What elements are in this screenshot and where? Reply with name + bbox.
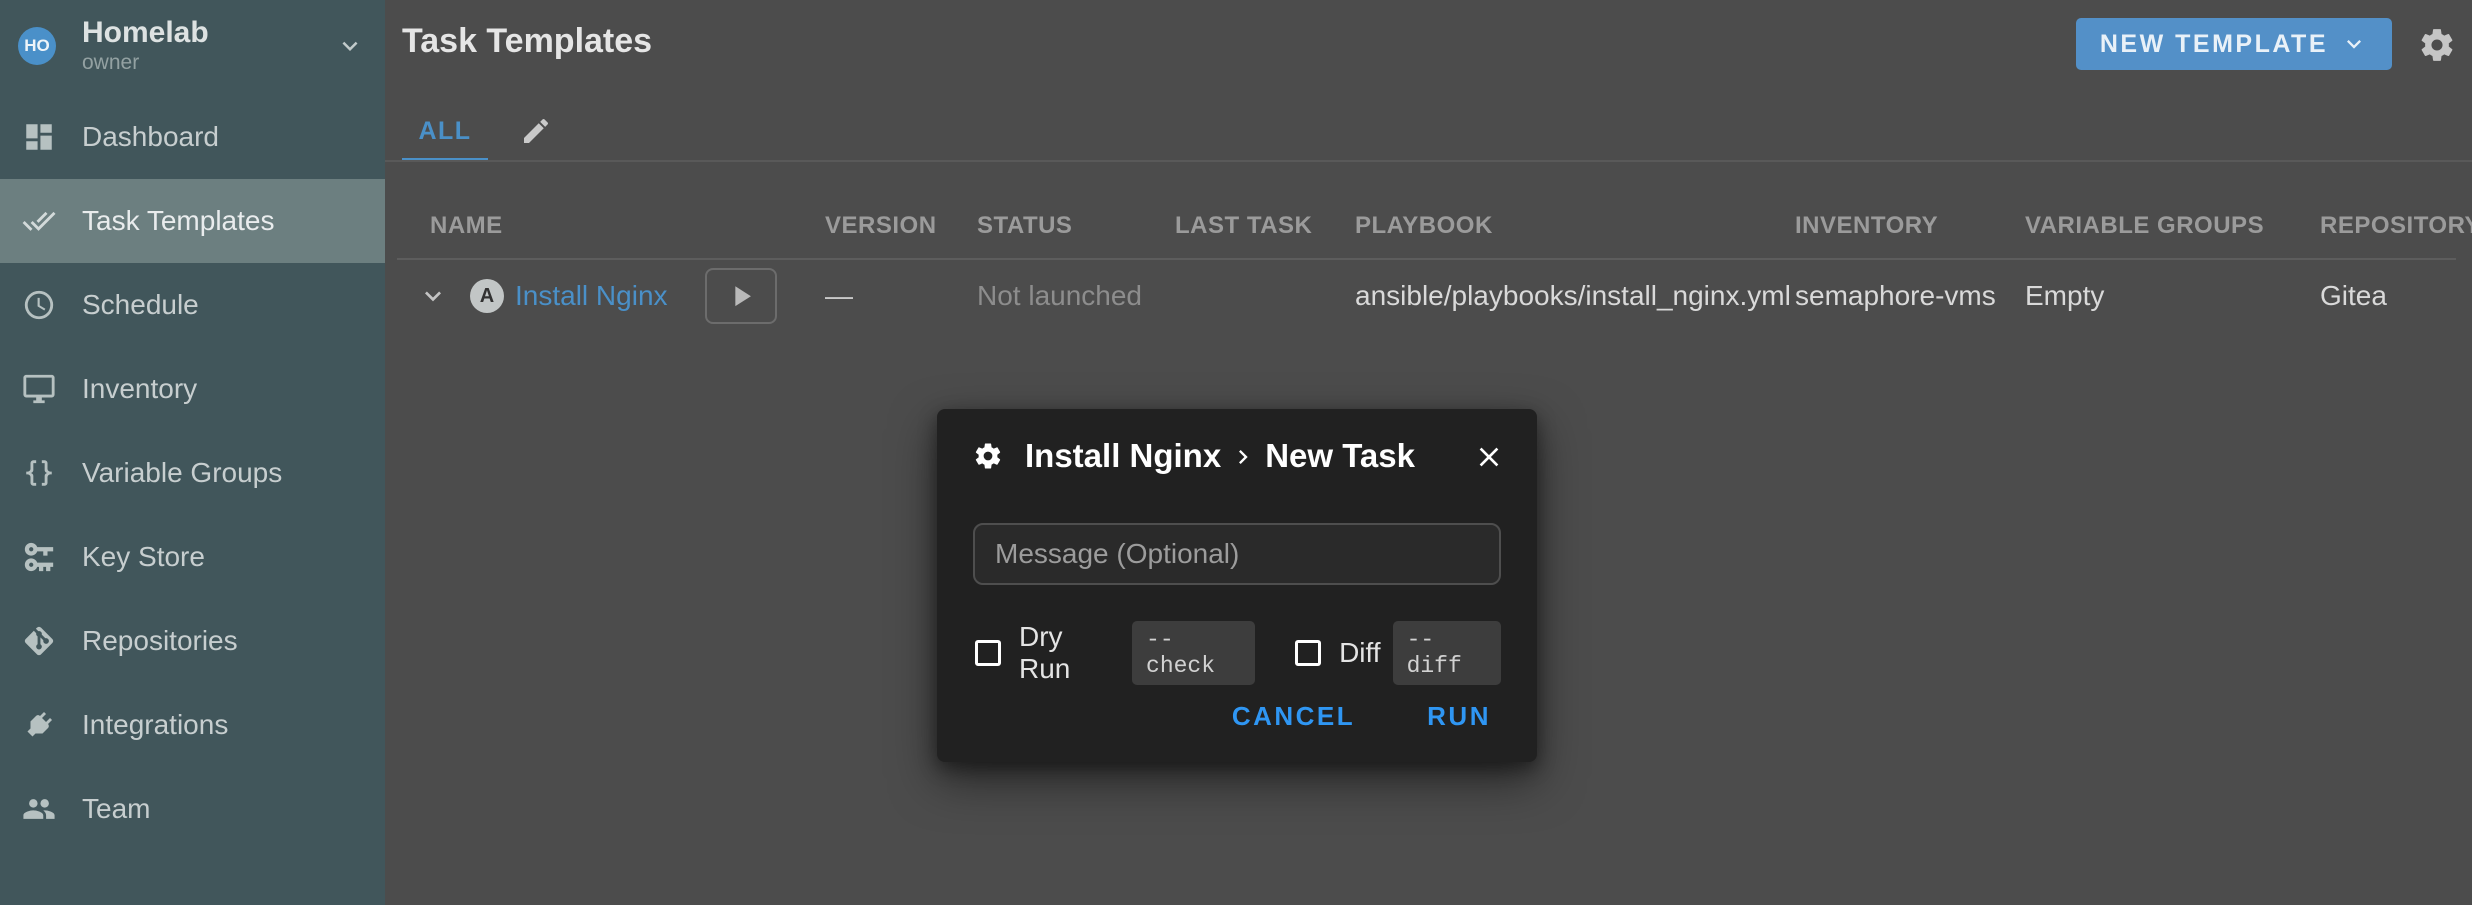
sidebar: HO Homelab owner Dashboard Task Template… [0,0,385,905]
dialog-title-suffix: New Task [1265,437,1415,475]
cell-status: Not launched [977,280,1142,312]
cancel-button[interactable]: CANCEL [1222,693,1365,740]
message-input[interactable] [995,538,1479,570]
play-icon [724,279,758,313]
monitor-icon [22,372,56,406]
check-flag-chip: --check [1132,621,1255,685]
settings-gear-icon[interactable] [2418,26,2456,64]
chevron-right-icon [1229,443,1257,471]
sidebar-item-inventory[interactable]: Inventory [0,347,385,431]
gear-icon [973,441,1003,471]
sidebar-item-label: Schedule [82,289,199,321]
sidebar-item-task-templates[interactable]: Task Templates [0,179,385,263]
sidebar-item-schedule[interactable]: Schedule [0,263,385,347]
dialog-header: Install Nginx New Task [937,409,1537,475]
team-icon [22,792,56,826]
sidebar-item-label: Variable Groups [82,457,282,489]
sidebar-item-key-store[interactable]: Key Store [0,515,385,599]
sidebar-item-label: Integrations [82,709,228,741]
plug-icon [22,708,56,742]
message-field [973,523,1501,585]
cell-inventory: semaphore-vms [1795,280,1996,312]
close-icon[interactable] [1473,441,1505,473]
diff-option: Diff --diff [1295,621,1501,685]
column-header-playbook: PLAYBOOK [1355,212,1493,240]
column-header-variable-groups: VARIABLE GROUPS [2025,212,2264,240]
sidebar-item-label: Inventory [82,373,197,405]
project-name: Homelab [82,16,209,50]
template-name-link[interactable]: Install Nginx [515,280,668,312]
column-header-last-task: LAST TASK [1175,212,1312,240]
project-switcher[interactable]: HO Homelab owner [0,0,385,92]
dry-run-checkbox[interactable] [975,640,1001,666]
dry-run-label: Dry Run [1019,621,1120,685]
sidebar-item-label: Team [82,793,150,825]
clock-icon [22,288,56,322]
dialog-template-name: Install Nginx [1025,437,1221,475]
view-tabs: ALL [402,100,552,162]
cell-repository: Gitea [2320,280,2387,312]
diff-label: Diff [1339,637,1381,669]
sidebar-item-team[interactable]: Team [0,767,385,851]
cell-variable-groups: Empty [2025,280,2104,312]
sidebar-item-label: Task Templates [82,205,274,237]
git-icon [22,624,56,658]
dashboard-icon [22,120,56,154]
code-braces-icon [22,456,56,490]
dialog-actions: CANCEL RUN [1222,693,1501,740]
cell-version: — [825,280,853,312]
keys-icon [22,540,56,574]
tab-all[interactable]: ALL [402,100,488,162]
column-header-version: VERSION [825,212,937,240]
ansible-app-icon: A [470,279,504,313]
new-task-dialog: Install Nginx New Task Dry Run --check D… [937,409,1537,762]
table-row: A Install Nginx — Not launched ansible/p… [385,260,2472,332]
sidebar-item-label: Key Store [82,541,205,573]
run-task-play-button[interactable] [705,268,777,324]
tabbar-divider [385,160,2472,162]
chevron-down-icon [335,31,365,61]
sidebar-item-integrations[interactable]: Integrations [0,683,385,767]
column-header-inventory: INVENTORY [1795,212,1938,240]
page-title: Task Templates [402,22,652,61]
column-header-status: STATUS [977,212,1072,240]
cell-playbook: ansible/playbooks/install_nginx.yml [1355,280,1791,312]
sidebar-item-label: Repositories [82,625,238,657]
dry-run-option: Dry Run --check [975,621,1255,685]
diff-checkbox[interactable] [1295,640,1321,666]
sidebar-item-variable-groups[interactable]: Variable Groups [0,431,385,515]
new-template-button[interactable]: NEW TEMPLATE [2076,18,2392,70]
new-template-label: NEW TEMPLATE [2100,30,2328,59]
edit-views-pencil-icon[interactable] [520,115,552,147]
diff-flag-chip: --diff [1393,621,1501,685]
run-button[interactable]: RUN [1417,693,1501,740]
dialog-title: Install Nginx New Task [1025,437,1415,475]
sidebar-item-dashboard[interactable]: Dashboard [0,95,385,179]
project-avatar: HO [18,27,56,65]
check-all-icon [22,204,56,238]
sidebar-item-label: Dashboard [82,121,219,153]
chevron-down-icon [2340,30,2368,58]
row-expand-chevron-icon[interactable] [417,280,449,312]
column-header-name: NAME [430,212,503,240]
sidebar-item-repositories[interactable]: Repositories [0,599,385,683]
column-header-repository: REPOSITORY [2320,212,2472,240]
project-role: owner [82,50,209,76]
task-options: Dry Run --check Diff --diff [975,621,1501,685]
tab-all-label: ALL [418,117,471,146]
